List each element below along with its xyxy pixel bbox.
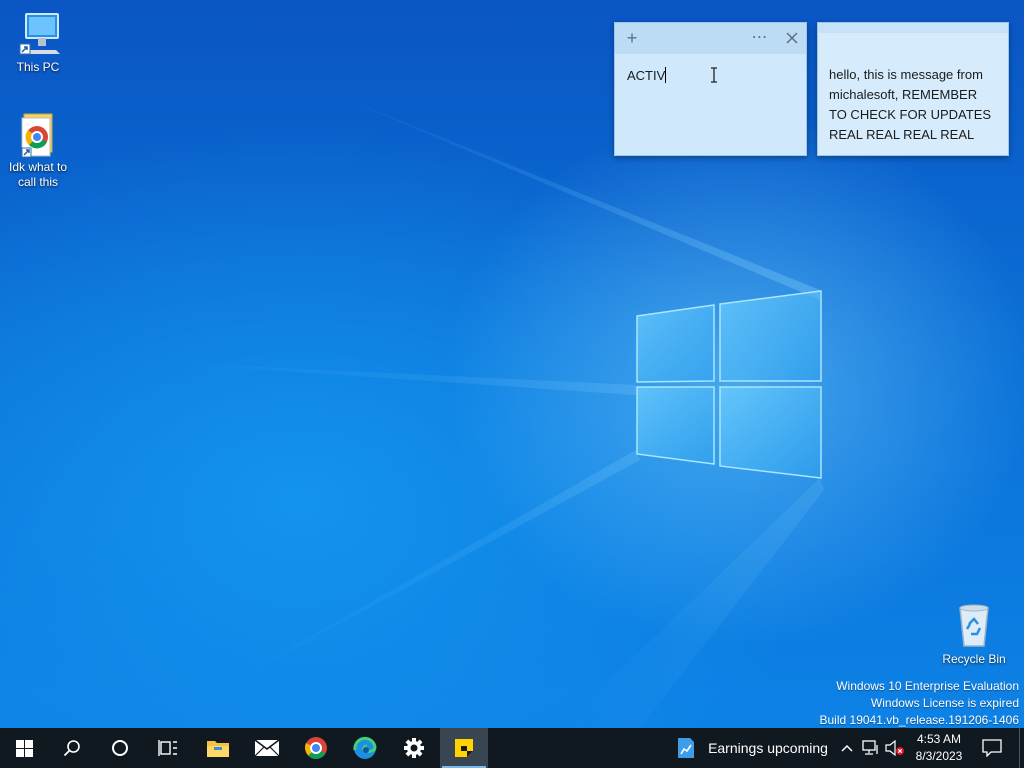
text-cursor-icon: [711, 67, 717, 83]
chevron-up-icon: [841, 744, 853, 752]
desktop-icon-this-pc[interactable]: This PC: [0, 10, 76, 75]
search-icon: [63, 740, 80, 757]
sticky-notes-icon: [455, 739, 473, 757]
note-text[interactable]: hello, this is message from michalesoft,…: [818, 33, 1008, 145]
edge-button[interactable]: [341, 728, 389, 768]
clock[interactable]: 4:53 AM 8/3/2023: [904, 731, 974, 765]
close-icon: [786, 32, 798, 44]
taskbar: Earnings upcoming 4:53 AM 8/3/2023: [0, 728, 1024, 768]
chrome-button[interactable]: [292, 728, 340, 768]
watermark-edition: Windows 10 Enterprise Evaluation: [836, 679, 1019, 693]
edge-icon: [353, 736, 377, 759]
desktop-icon-recycle-bin[interactable]: Recycle Bin: [936, 602, 1012, 667]
show-hidden-icons-button[interactable]: [838, 728, 856, 768]
cortana-circle-icon: [112, 740, 128, 756]
sticky-notes-button[interactable]: [440, 728, 488, 768]
network-icon: [862, 740, 878, 755]
sticky-note[interactable]: hello, this is message from michalesoft,…: [817, 22, 1009, 156]
desktop-icon-label: This PC: [16, 60, 60, 74]
desktop-icon-label: Idk what to call this: [8, 160, 68, 189]
windows-logo-icon: [15, 739, 33, 757]
action-center-button[interactable]: [976, 728, 1008, 768]
cortana-button[interactable]: [96, 728, 144, 768]
volume-button[interactable]: [884, 728, 906, 768]
computer-icon: [14, 10, 62, 58]
sticky-note-titlebar[interactable]: [818, 23, 1008, 33]
desktop-icon-label: Recycle Bin: [942, 652, 1006, 666]
stock-chart-icon: [678, 738, 695, 758]
chrome-shortcut-icon: [14, 110, 62, 158]
close-note-button[interactable]: [780, 27, 804, 49]
plus-icon: +: [626, 28, 638, 48]
settings-button[interactable]: [390, 728, 438, 768]
new-note-button[interactable]: +: [620, 27, 644, 49]
news-widget-text: Earnings upcoming: [708, 740, 828, 756]
more-dots-icon: ⋯: [751, 29, 769, 46]
chrome-icon: [305, 737, 327, 759]
file-explorer-button[interactable]: [194, 728, 242, 768]
watermark-build: Build 19041.vb_release.191206-1406: [819, 713, 1020, 727]
task-view-button[interactable]: [144, 728, 192, 768]
sticky-note-active[interactable]: + ⋯ ACTIV: [614, 22, 807, 156]
news-widget[interactable]: Earnings upcoming: [672, 728, 832, 768]
note-menu-button[interactable]: ⋯: [748, 27, 772, 49]
gear-icon: [404, 738, 424, 758]
start-button[interactable]: [0, 728, 48, 768]
note-text: ACTIV: [627, 68, 666, 83]
desktop-icon-chrome-shortcut[interactable]: Idk what to call this: [0, 110, 76, 190]
mail-button[interactable]: [243, 728, 291, 768]
notification-icon: [982, 739, 1002, 757]
show-desktop-button[interactable]: [1019, 728, 1024, 768]
volume-muted-icon: [885, 740, 904, 756]
recycle-bin-icon: [950, 602, 998, 650]
clock-time: 4:53 AM: [916, 732, 962, 746]
watermark-license: Windows License is expired: [870, 696, 1019, 710]
mail-icon: [254, 739, 280, 757]
activation-watermark: Windows 10 Enterprise Evaluation Windows…: [820, 678, 1020, 729]
clock-date: 8/3/2023: [915, 749, 963, 763]
network-button[interactable]: [860, 728, 882, 768]
folder-icon: [207, 741, 229, 757]
task-view-icon: [158, 740, 177, 756]
search-button[interactable]: [48, 728, 96, 768]
sticky-note-titlebar[interactable]: + ⋯: [615, 23, 806, 54]
text-caret: [665, 67, 667, 83]
